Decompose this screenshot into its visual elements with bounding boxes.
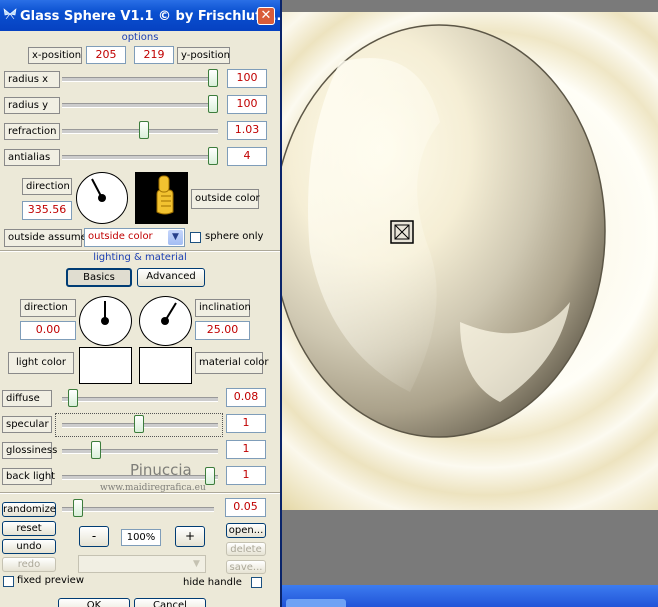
- direction-dial[interactable]: [76, 172, 128, 224]
- outside-color-preview[interactable]: [135, 172, 188, 224]
- tab-advanced[interactable]: Advanced: [137, 268, 205, 287]
- outside-assume-select[interactable]: outside color ▼: [84, 228, 185, 247]
- randomize-field[interactable]: 0.05: [225, 498, 266, 517]
- outside-assume-label: outside assume: [4, 229, 87, 247]
- taskbar-button[interactable]: [286, 599, 346, 607]
- close-button[interactable]: ✕: [257, 7, 275, 25]
- zoom-out-button[interactable]: -: [79, 526, 109, 547]
- specular-label: specular: [2, 416, 52, 433]
- light-color-label: light color: [8, 352, 74, 374]
- chevron-down-icon[interactable]: ▼: [189, 557, 204, 571]
- sphere-only-checkbox[interactable]: [190, 232, 201, 243]
- radius-x-field[interactable]: 100: [227, 69, 267, 88]
- light-color-swatch[interactable]: [79, 347, 132, 384]
- watermark-name: Pinuccia: [130, 461, 192, 479]
- refraction-label: refraction: [4, 123, 60, 140]
- radius-y-field[interactable]: 100: [227, 95, 267, 114]
- outside-color-label: outside color: [191, 189, 260, 209]
- butterfly-icon: [3, 8, 17, 20]
- back-light-slider-thumb[interactable]: [205, 467, 215, 485]
- y-position-label: y-position: [177, 47, 230, 64]
- refraction-field[interactable]: 1.03: [227, 121, 267, 140]
- inclination-needle-icon: [161, 302, 177, 325]
- options-section-label: options: [121, 32, 159, 43]
- dialog-title: Glass Sphere V1.1 © by Frischluft ...: [20, 9, 282, 24]
- light-direction-dial[interactable]: [79, 296, 132, 346]
- outside-assume-selected-value: outside color: [88, 231, 153, 242]
- open-button[interactable]: open...: [226, 523, 266, 538]
- save-button[interactable]: save...: [226, 560, 266, 574]
- delete-button[interactable]: delete: [226, 542, 266, 556]
- diffuse-slider-thumb[interactable]: [68, 389, 78, 407]
- position-handle-icon[interactable]: [390, 220, 414, 244]
- cancel-button[interactable]: Cancel: [134, 598, 206, 607]
- specular-slider-thumb[interactable]: [134, 415, 144, 433]
- randomize-slider-thumb[interactable]: [73, 499, 83, 517]
- glossiness-slider-thumb[interactable]: [91, 441, 101, 459]
- glass-sphere-preview[interactable]: [282, 22, 608, 440]
- direction-field[interactable]: 335.56: [22, 201, 72, 220]
- specular-field[interactable]: 1: [226, 414, 266, 433]
- lighting-section-label: lighting & material: [93, 252, 187, 263]
- diffuse-label: diffuse: [2, 390, 52, 407]
- light-direction-label: direction: [20, 299, 76, 317]
- back-light-label: back light: [2, 468, 55, 485]
- diffuse-slider-track[interactable]: [62, 397, 218, 402]
- light-direction-field[interactable]: 0.00: [20, 321, 76, 340]
- hide-handle-checkbox[interactable]: [251, 577, 262, 588]
- fixed-preview-label: fixed preview: [17, 575, 85, 586]
- sphere-only-label: sphere only: [205, 231, 264, 242]
- radius-x-slider-thumb[interactable]: [208, 69, 218, 87]
- direction-label: direction: [22, 178, 72, 195]
- light-direction-needle-icon: [101, 301, 109, 325]
- watermark-url: www.maidiregrafica.eu: [100, 483, 206, 493]
- radius-y-label: radius y: [4, 97, 60, 114]
- material-color-label: material color: [195, 352, 269, 374]
- antialias-slider-track[interactable]: [62, 155, 218, 160]
- redo-button[interactable]: redo: [2, 557, 56, 572]
- radius-y-slider-thumb[interactable]: [208, 95, 218, 113]
- randomize-button[interactable]: randomize: [2, 502, 56, 517]
- preset-select[interactable]: ▼: [78, 555, 206, 573]
- ok-button[interactable]: OK: [58, 598, 130, 607]
- glossiness-slider-track[interactable]: [62, 449, 218, 454]
- pointing-hand-icon: [156, 175, 174, 215]
- reset-button[interactable]: reset: [2, 521, 56, 536]
- preview-top-border: [282, 0, 658, 12]
- glass-sphere-dialog: Glass Sphere V1.1 © by Frischluft ... ✕ …: [0, 0, 282, 607]
- refraction-slider-thumb[interactable]: [139, 121, 149, 139]
- diffuse-field[interactable]: 0.08: [226, 388, 266, 407]
- tab-basics[interactable]: Basics: [66, 268, 132, 287]
- glossiness-label: glossiness: [2, 442, 57, 459]
- hide-handle-label: hide handle: [183, 577, 242, 588]
- back-light-field[interactable]: 1: [226, 466, 266, 485]
- zoom-level: 100%: [121, 529, 161, 546]
- inclination-dial[interactable]: [139, 296, 192, 346]
- taskbar: [282, 585, 658, 607]
- x-position-field[interactable]: 205: [86, 46, 126, 64]
- inclination-label: inclination: [195, 299, 251, 317]
- antialias-slider-thumb[interactable]: [208, 147, 218, 165]
- radius-x-slider-track[interactable]: [62, 77, 218, 82]
- zoom-in-button[interactable]: +: [175, 526, 205, 547]
- fixed-preview-checkbox[interactable]: [3, 576, 14, 587]
- x-position-label: x-position: [28, 47, 82, 64]
- undo-button[interactable]: undo: [2, 539, 56, 554]
- chevron-down-icon[interactable]: ▼: [168, 230, 183, 245]
- preview-canvas[interactable]: [282, 12, 658, 510]
- glossiness-field[interactable]: 1: [226, 440, 266, 459]
- direction-dial-needle-icon: [91, 178, 106, 202]
- radius-y-slider-track[interactable]: [62, 103, 218, 108]
- title-bar[interactable]: Glass Sphere V1.1 © by Frischluft ... ✕: [0, 0, 282, 31]
- y-position-field[interactable]: 219: [134, 46, 174, 64]
- randomize-slider-track[interactable]: [62, 507, 214, 512]
- material-color-swatch[interactable]: [139, 347, 192, 384]
- inclination-field[interactable]: 25.00: [195, 321, 250, 340]
- antialias-label: antialias: [4, 149, 60, 166]
- radius-x-label: radius x: [4, 71, 60, 88]
- antialias-field[interactable]: 4: [227, 147, 267, 166]
